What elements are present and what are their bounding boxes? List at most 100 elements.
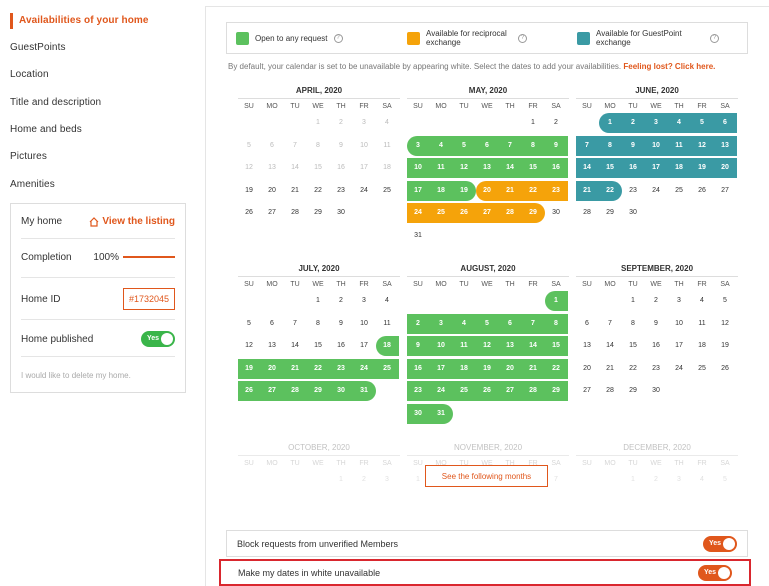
calendar-day[interactable]: 15 <box>622 335 644 356</box>
calendar-day[interactable]: 9 <box>645 313 667 334</box>
calendar-day[interactable]: 19 <box>691 157 713 178</box>
calendar-day[interactable]: 15 <box>307 157 329 178</box>
calendar-day[interactable]: 10 <box>407 157 429 178</box>
published-toggle[interactable]: Yes <box>141 331 175 347</box>
calendar-day[interactable]: 17 <box>407 180 429 201</box>
calendar-day[interactable]: 31 <box>353 380 375 401</box>
calendar-day[interactable]: 3 <box>353 290 375 311</box>
calendar-day[interactable]: 2 <box>407 313 429 334</box>
calendar-day[interactable]: 19 <box>238 358 260 379</box>
calendar-day[interactable]: 2 <box>330 290 352 311</box>
calendar-day[interactable]: 5 <box>238 313 260 334</box>
calendar-day[interactable]: 30 <box>622 202 644 223</box>
calendar-day[interactable]: 5 <box>453 135 475 156</box>
calendar-day[interactable]: 16 <box>330 335 352 356</box>
calendar-day[interactable]: 4 <box>376 290 398 311</box>
calendar-day[interactable]: 31 <box>430 403 452 424</box>
calendar-day[interactable]: 3 <box>645 112 667 133</box>
calendar-day[interactable]: 12 <box>714 313 736 334</box>
calendar-day[interactable]: 22 <box>522 180 544 201</box>
calendar-day[interactable]: 23 <box>330 180 352 201</box>
calendar-day[interactable]: 24 <box>353 180 375 201</box>
calendar-day[interactable]: 2 <box>330 112 352 133</box>
calendar-day[interactable]: 1 <box>622 469 644 490</box>
sidebar-item-pictures[interactable]: Pictures <box>10 151 47 162</box>
calendar-day[interactable]: 11 <box>668 135 690 156</box>
calendar-day[interactable]: 9 <box>330 313 352 334</box>
calendar-day[interactable]: 25 <box>691 358 713 379</box>
calendar-day[interactable]: 26 <box>453 202 475 223</box>
calendar-day[interactable]: 30 <box>545 202 567 223</box>
calendar-day[interactable]: 28 <box>599 380 621 401</box>
calendar-day[interactable]: 1 <box>307 290 329 311</box>
calendar-day[interactable]: 28 <box>522 380 544 401</box>
calendar-day[interactable]: 30 <box>330 202 352 223</box>
calendar-day[interactable]: 14 <box>599 335 621 356</box>
calendar-day[interactable]: 9 <box>407 335 429 356</box>
calendar-day[interactable]: 24 <box>407 202 429 223</box>
calendar-day[interactable]: 8 <box>545 313 567 334</box>
calendar-day[interactable]: 1 <box>545 290 567 311</box>
calendar-day[interactable]: 3 <box>430 313 452 334</box>
calendar-day[interactable]: 21 <box>284 180 306 201</box>
calendar-day[interactable]: 6 <box>261 135 283 156</box>
calendar-day[interactable]: 14 <box>522 335 544 356</box>
calendar-day[interactable]: 21 <box>522 358 544 379</box>
calendar-day[interactable]: 11 <box>376 313 398 334</box>
calendar-day[interactable]: 26 <box>476 380 498 401</box>
calendar-day[interactable]: 20 <box>261 180 283 201</box>
calendar-day[interactable]: 16 <box>622 157 644 178</box>
calendar-day[interactable]: 29 <box>522 202 544 223</box>
calendar-day[interactable]: 25 <box>668 180 690 201</box>
calendar-day[interactable]: 14 <box>576 157 598 178</box>
calendar-day[interactable]: 9 <box>545 135 567 156</box>
calendar-day[interactable]: 6 <box>499 313 521 334</box>
calendar-day[interactable]: 29 <box>307 380 329 401</box>
calendar-day[interactable]: 7 <box>284 135 306 156</box>
calendar-day[interactable]: 7 <box>545 469 567 490</box>
calendar-day[interactable]: 4 <box>376 112 398 133</box>
calendar-day[interactable]: 8 <box>307 313 329 334</box>
help-icon[interactable]: ? <box>333 34 343 43</box>
calendar-day[interactable]: 25 <box>430 202 452 223</box>
calendar-day[interactable]: 6 <box>476 135 498 156</box>
calendar-day[interactable]: 23 <box>407 380 429 401</box>
calendar-day[interactable]: 12 <box>691 135 713 156</box>
calendar-day[interactable]: 4 <box>691 469 713 490</box>
calendar-day[interactable]: 2 <box>545 112 567 133</box>
calendar-day[interactable]: 16 <box>407 358 429 379</box>
delete-home-link[interactable]: I would like to delete my home. <box>21 371 131 380</box>
calendar-day[interactable]: 4 <box>691 290 713 311</box>
calendar-day[interactable]: 12 <box>476 335 498 356</box>
calendar-day[interactable]: 22 <box>307 358 329 379</box>
calendar-day[interactable]: 23 <box>330 358 352 379</box>
calendar-day[interactable]: 26 <box>714 358 736 379</box>
calendar-day[interactable]: 11 <box>453 335 475 356</box>
calendar-day[interactable]: 30 <box>645 380 667 401</box>
calendar-day[interactable]: 17 <box>353 157 375 178</box>
see-following-months-button[interactable]: See the following months <box>425 465 548 487</box>
calendar-day[interactable]: 6 <box>261 313 283 334</box>
calendar-day[interactable]: 20 <box>499 358 521 379</box>
calendar-day[interactable]: 2 <box>622 112 644 133</box>
calendar-day[interactable]: 15 <box>522 157 544 178</box>
calendar-day[interactable]: 13 <box>261 157 283 178</box>
calendar-day[interactable]: 27 <box>576 380 598 401</box>
help-icon[interactable]: ? <box>518 33 527 43</box>
calendar-day[interactable]: 27 <box>714 180 736 201</box>
calendar-day[interactable]: 22 <box>545 358 567 379</box>
calendar-day[interactable]: 27 <box>261 202 283 223</box>
calendar-day[interactable]: 13 <box>576 335 598 356</box>
calendar-day[interactable]: 28 <box>499 202 521 223</box>
calendar-day[interactable]: 11 <box>691 313 713 334</box>
calendar-day[interactable]: 27 <box>499 380 521 401</box>
calendar-day[interactable]: 25 <box>376 358 398 379</box>
calendar-day[interactable]: 8 <box>599 135 621 156</box>
calendar-day[interactable]: 23 <box>645 358 667 379</box>
calendar-day[interactable]: 24 <box>430 380 452 401</box>
calendar-day[interactable]: 1 <box>307 112 329 133</box>
sidebar-item-title-description[interactable]: Title and description <box>10 97 101 108</box>
calendar-day[interactable]: 1 <box>522 112 544 133</box>
calendar-day[interactable]: 11 <box>430 157 452 178</box>
calendar-day[interactable]: 20 <box>261 358 283 379</box>
